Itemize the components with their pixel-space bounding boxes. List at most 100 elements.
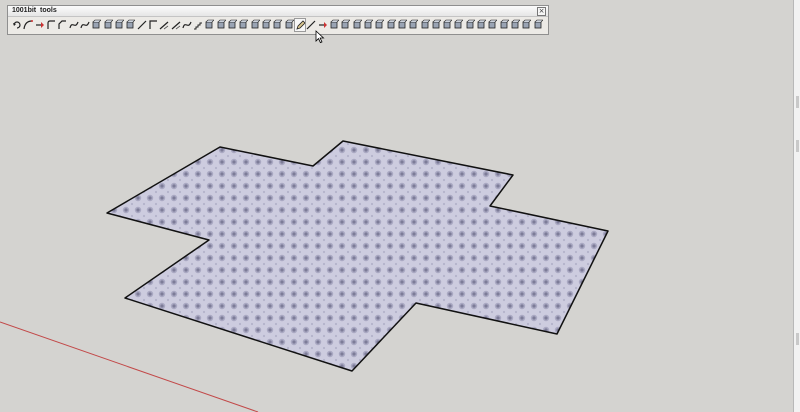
ramp-tool-button[interactable]	[171, 19, 181, 31]
slope-tool-icon	[159, 21, 169, 30]
glass-tool-button[interactable]	[499, 19, 509, 31]
column-tool-button[interactable]	[216, 19, 226, 31]
pipe-tool-icon	[273, 19, 283, 29]
ramp-tool-icon	[171, 21, 180, 30]
chamfer-tool-button[interactable]	[57, 19, 67, 31]
fillet-tool-icon	[47, 20, 55, 29]
gear-tool-icon	[522, 19, 532, 29]
corner-tool-icon	[149, 20, 157, 29]
blind-tool-button[interactable]	[386, 19, 396, 31]
toolbar-titlebar[interactable]: 1001bit tools ×	[8, 6, 548, 17]
louver-tool-button[interactable]	[374, 19, 385, 31]
gear-tool-button[interactable]	[521, 19, 532, 31]
tile-tool-icon	[466, 19, 475, 29]
panel-tool-icon	[364, 19, 373, 29]
pipe-tool-button[interactable]	[272, 19, 283, 31]
divide-tool-button[interactable]	[91, 19, 102, 31]
canopy-tool-button[interactable]	[442, 19, 453, 31]
cross-shaped-face[interactable]	[106, 140, 609, 372]
door-tool-icon	[262, 19, 271, 29]
panel-edge-notch	[796, 140, 799, 152]
sun-tool-button[interactable]	[533, 19, 543, 31]
shutter-tool-button[interactable]	[397, 19, 407, 31]
roof-tool-button[interactable]	[238, 19, 249, 31]
deck-tool-button[interactable]	[453, 19, 464, 31]
floor-tool-icon	[477, 19, 487, 29]
align-tool-button[interactable]	[114, 19, 124, 31]
shutter-tool-icon	[398, 19, 407, 29]
3d-scene[interactable]	[0, 0, 800, 412]
panel-edge-notch	[796, 333, 799, 345]
extend-tool-icon	[69, 21, 79, 29]
align-tool-icon	[115, 19, 124, 29]
frame-tool-button[interactable]	[340, 19, 351, 31]
extrude-tool-icon	[285, 19, 294, 29]
arrow-tool-icon	[35, 22, 44, 28]
beam-tool-icon	[228, 19, 238, 29]
perpendicular-tool-button[interactable]	[103, 19, 113, 31]
sun-tool-icon	[534, 19, 543, 29]
ceiling-tool-button[interactable]	[487, 19, 498, 31]
deck-tool-icon	[454, 19, 464, 29]
window-tool-icon	[251, 19, 260, 29]
toolbar-title: 1001bit tools	[12, 7, 57, 14]
ceiling-tool-icon	[488, 19, 498, 29]
chamfer-tool-icon	[58, 20, 67, 29]
rotate-tool-button[interactable]	[12, 19, 22, 31]
pencil-tool-button[interactable]	[294, 18, 306, 32]
post-tool-icon	[432, 19, 441, 29]
offset-tool-button[interactable]	[80, 19, 90, 31]
line-tool-icon	[137, 20, 146, 30]
canopy-tool-icon	[443, 19, 453, 29]
post-tool-button[interactable]	[431, 19, 441, 31]
divide-tool-icon	[92, 19, 102, 29]
tile-tool-button[interactable]	[465, 19, 475, 31]
toolbar-window[interactable]: 1001bit tools ×	[7, 5, 549, 35]
fence-tool-button[interactable]	[408, 19, 419, 31]
offset-tool-icon	[80, 21, 90, 29]
fence-tool-icon	[409, 19, 419, 29]
arc-tool-icon	[23, 20, 34, 30]
rail-tool-icon	[421, 19, 430, 29]
louver-tool-icon	[375, 19, 385, 29]
stairs-tool-button[interactable]	[193, 19, 203, 31]
extend-tool-button[interactable]	[69, 19, 79, 31]
close-icon[interactable]: ×	[537, 7, 546, 16]
rail-tool-button[interactable]	[420, 19, 430, 31]
stairs-tool-icon	[194, 22, 203, 30]
rotate-tool-icon	[13, 21, 21, 29]
column-tool-icon	[217, 19, 226, 29]
right-panel-edge	[793, 0, 800, 412]
beam-tool-button[interactable]	[227, 19, 238, 31]
red-axis-line	[0, 321, 259, 412]
wall-tool-button[interactable]	[204, 19, 215, 31]
wheel-tool-button[interactable]	[510, 19, 520, 31]
curve-tool-button[interactable]	[182, 19, 192, 31]
mouse-cursor-icon	[315, 30, 325, 44]
arc-tool-button[interactable]	[23, 19, 34, 31]
floor-tool-button[interactable]	[476, 19, 487, 31]
toolbar-button-row	[12, 18, 544, 33]
joist-tool-button[interactable]	[329, 19, 339, 31]
blind-tool-icon	[387, 19, 396, 29]
roof-tool-icon	[239, 19, 249, 29]
grid-tool-icon	[353, 19, 362, 29]
wall-tool-icon	[205, 19, 215, 29]
frame-tool-icon	[341, 19, 351, 29]
pencil-tool-icon	[296, 20, 305, 30]
window-tool-button[interactable]	[250, 19, 260, 31]
extrude-tool-button[interactable]	[284, 19, 294, 31]
array-tool-button[interactable]	[125, 19, 136, 31]
door-tool-button[interactable]	[261, 19, 271, 31]
arrow-tool-button[interactable]	[35, 19, 45, 31]
grid-tool-button[interactable]	[352, 19, 362, 31]
panel-tool-button[interactable]	[363, 19, 373, 31]
panel-edge-notch	[796, 96, 799, 108]
fillet-tool-button[interactable]	[46, 19, 56, 31]
corner-tool-button[interactable]	[148, 19, 158, 31]
joist-tool-icon	[330, 19, 339, 29]
slope-tool-button[interactable]	[159, 19, 169, 31]
modeling-viewport[interactable]: 1001bit tools ×	[0, 0, 800, 412]
curve-tool-icon	[182, 21, 192, 29]
line-tool-button[interactable]	[137, 19, 147, 31]
